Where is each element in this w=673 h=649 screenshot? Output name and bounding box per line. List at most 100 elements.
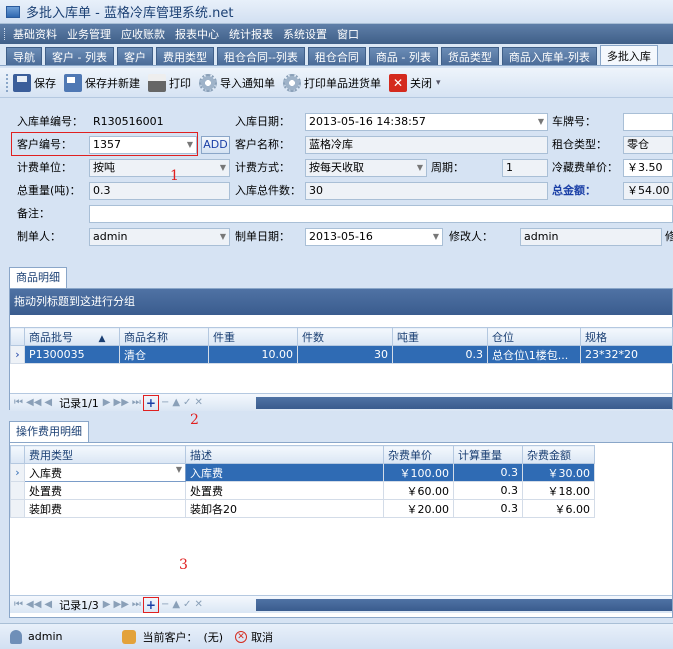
table-row[interactable]: › P1300035 清仓 10.00 30 0.3 总仓位\1楼包... 23… <box>10 345 673 364</box>
cancel-edit-icon[interactable]: ✕ <box>194 397 202 408</box>
next-page-icon[interactable]: ▶▶ <box>114 397 129 408</box>
cell-pieces[interactable]: 30 <box>297 345 393 364</box>
cell-fee-type-editor[interactable]: 入库费 ▼ <box>24 463 186 482</box>
tab-goods-list[interactable]: 商品 - 列表 <box>368 47 438 65</box>
horizontal-scrollbar[interactable] <box>256 599 672 611</box>
cell-calc-weight[interactable]: 0.3 <box>453 481 523 500</box>
table-row[interactable]: › 入库费 ▼ 入库费 ￥100.00 0.3 ￥30.00 <box>10 463 595 482</box>
cell-calc-weight[interactable]: 0.3 <box>453 499 523 518</box>
tab-fee-types[interactable]: 费用类型 <box>155 47 214 65</box>
col-fee-type[interactable]: 费用类型 <box>24 445 186 464</box>
chevron-down-icon[interactable]: ▼ <box>538 114 544 130</box>
save-new-button[interactable]: 保存并新建 <box>64 73 140 92</box>
delete-record-icon[interactable]: − <box>161 397 169 408</box>
tab-navigation[interactable]: 导航 <box>6 47 42 65</box>
table-row[interactable]: 装卸费 装卸各20 ￥20.00 0.3 ￥6.00 <box>10 499 595 518</box>
prev-page-icon[interactable]: ◀◀ <box>26 599 41 610</box>
tab-receipt-list[interactable]: 商品入库单-列表 <box>501 47 597 65</box>
cell-piece-weight[interactable]: 10.00 <box>208 345 298 364</box>
cell-name[interactable]: 清仓 <box>119 345 209 364</box>
cell-desc[interactable]: 处置费 <box>185 481 384 500</box>
next-page-icon[interactable]: ▶▶ <box>114 599 129 610</box>
chevron-down-icon[interactable]: ▼ <box>220 160 226 176</box>
col-fee-amount[interactable]: 杂费金额 <box>522 445 595 464</box>
method-field[interactable]: 按每天收取 ▼ <box>305 159 427 177</box>
chevron-down-icon[interactable]: ▼ <box>176 465 182 474</box>
prev-record-icon[interactable]: ◀ <box>44 599 52 610</box>
cell-fee-amount[interactable]: ￥18.00 <box>522 481 595 500</box>
col-location[interactable]: 仓位 <box>487 327 581 346</box>
confirm-icon[interactable]: ✓ <box>183 397 191 408</box>
menu-business[interactable]: 业务管理 <box>67 26 111 42</box>
cell-fee-amount[interactable]: ￥6.00 <box>522 499 595 518</box>
cancel-icon[interactable]: ✕ <box>235 630 248 643</box>
menu-statistics[interactable]: 统计报表 <box>229 26 273 42</box>
cold-price-field[interactable]: ￥3.50 <box>623 159 673 177</box>
cell-fee-type[interactable]: 装卸费 <box>24 499 186 518</box>
cell-fee-amount[interactable]: ￥30.00 <box>522 463 595 482</box>
col-calc-weight[interactable]: 计算重量 <box>453 445 523 464</box>
cell-tons[interactable]: 0.3 <box>392 345 488 364</box>
cell-unit-price[interactable]: ￥20.00 <box>383 499 454 518</box>
menu-settings[interactable]: 系统设置 <box>283 26 327 42</box>
move-up-icon[interactable]: ▲ <box>172 397 180 408</box>
tab-customer-list[interactable]: 客户 - 列表 <box>45 47 114 65</box>
tab-rent-contract-list[interactable]: 租仓合同--列表 <box>216 47 305 65</box>
col-tons[interactable]: 吨重 <box>392 327 488 346</box>
last-record-icon[interactable]: ⏭ <box>132 599 141 610</box>
tab-fee-detail[interactable]: 操作费用明细 <box>9 421 89 442</box>
prev-page-icon[interactable]: ◀◀ <box>26 397 41 408</box>
close-button[interactable]: ✕ 关闭 ▾ <box>389 73 441 92</box>
chevron-down-icon[interactable]: ▾ <box>436 78 441 88</box>
menu-window[interactable]: 窗口 <box>337 26 359 42</box>
menu-basic-data[interactable]: 基础资料 <box>13 26 57 42</box>
last-record-icon[interactable]: ⏭ <box>132 397 141 408</box>
chevron-down-icon[interactable]: ▼ <box>433 229 439 245</box>
remark-field[interactable] <box>89 205 673 223</box>
table-row[interactable]: 处置费 处置费 ￥60.00 0.3 ￥18.00 <box>10 481 595 500</box>
cell-unit-price[interactable]: ￥60.00 <box>383 481 454 500</box>
col-piece-weight[interactable]: 件重 <box>208 327 298 346</box>
chevron-down-icon[interactable]: ▼ <box>220 229 226 245</box>
print-button[interactable]: 打印 <box>148 73 191 92</box>
col-spec[interactable]: 规格 <box>580 327 673 346</box>
tab-customer[interactable]: 客户 <box>116 47 153 65</box>
cell-fee-type[interactable]: 处置费 <box>24 481 186 500</box>
maker-field[interactable]: admin ▼ <box>89 228 230 246</box>
move-up-icon[interactable]: ▲ <box>172 599 180 610</box>
cell-unit-price[interactable]: ￥100.00 <box>383 463 454 482</box>
col-desc[interactable]: 描述 <box>185 445 384 464</box>
col-pieces[interactable]: 件数 <box>297 327 393 346</box>
tab-multi-batch-receipt[interactable]: 多批入库 <box>599 45 658 65</box>
col-unit-price[interactable]: 杂费单价 <box>383 445 454 464</box>
cell-calc-weight[interactable]: 0.3 <box>453 463 523 482</box>
tab-goods-types[interactable]: 货品类型 <box>440 47 499 65</box>
add-customer-button[interactable]: ADD <box>201 136 230 154</box>
menu-receivables[interactable]: 应收账款 <box>121 26 165 42</box>
col-batch[interactable]: 商品批号 ▲ <box>24 327 120 346</box>
next-record-icon[interactable]: ▶ <box>103 397 111 408</box>
cell-batch[interactable]: P1300035 <box>24 345 120 364</box>
receipt-date-field[interactable]: 2013-05-16 14:38:57 ▼ <box>305 113 548 131</box>
col-name[interactable]: 商品名称 <box>119 327 209 346</box>
first-record-icon[interactable]: ⏮ <box>14 397 23 408</box>
menu-reports[interactable]: 报表中心 <box>175 26 219 42</box>
cell-location[interactable]: 总仓位\1楼包... <box>487 345 581 364</box>
first-record-icon[interactable]: ⏮ <box>14 599 23 610</box>
chevron-down-icon[interactable]: ▼ <box>417 160 423 176</box>
cell-spec[interactable]: 23*32*20 <box>580 345 673 364</box>
next-record-icon[interactable]: ▶ <box>103 599 111 610</box>
add-record-button[interactable]: + <box>142 596 159 613</box>
cell-desc[interactable]: 装卸各20 <box>185 499 384 518</box>
add-record-button[interactable]: + <box>142 394 159 411</box>
tab-rent-contract[interactable]: 租仓合同 <box>307 47 366 65</box>
make-date-field[interactable]: 2013-05-16 ▼ <box>305 228 443 246</box>
horizontal-scrollbar[interactable] <box>256 397 672 409</box>
cancel-edit-icon[interactable]: ✕ <box>194 599 202 610</box>
print-receipt-button[interactable]: 打印单品进货单 <box>283 73 381 92</box>
plate-field[interactable] <box>623 113 673 131</box>
prev-record-icon[interactable]: ◀ <box>44 397 52 408</box>
import-notice-button[interactable]: 导入通知单 <box>199 73 275 92</box>
unit-field[interactable]: 按吨 ▼ <box>89 159 230 177</box>
save-button[interactable]: 保存 <box>13 73 56 92</box>
